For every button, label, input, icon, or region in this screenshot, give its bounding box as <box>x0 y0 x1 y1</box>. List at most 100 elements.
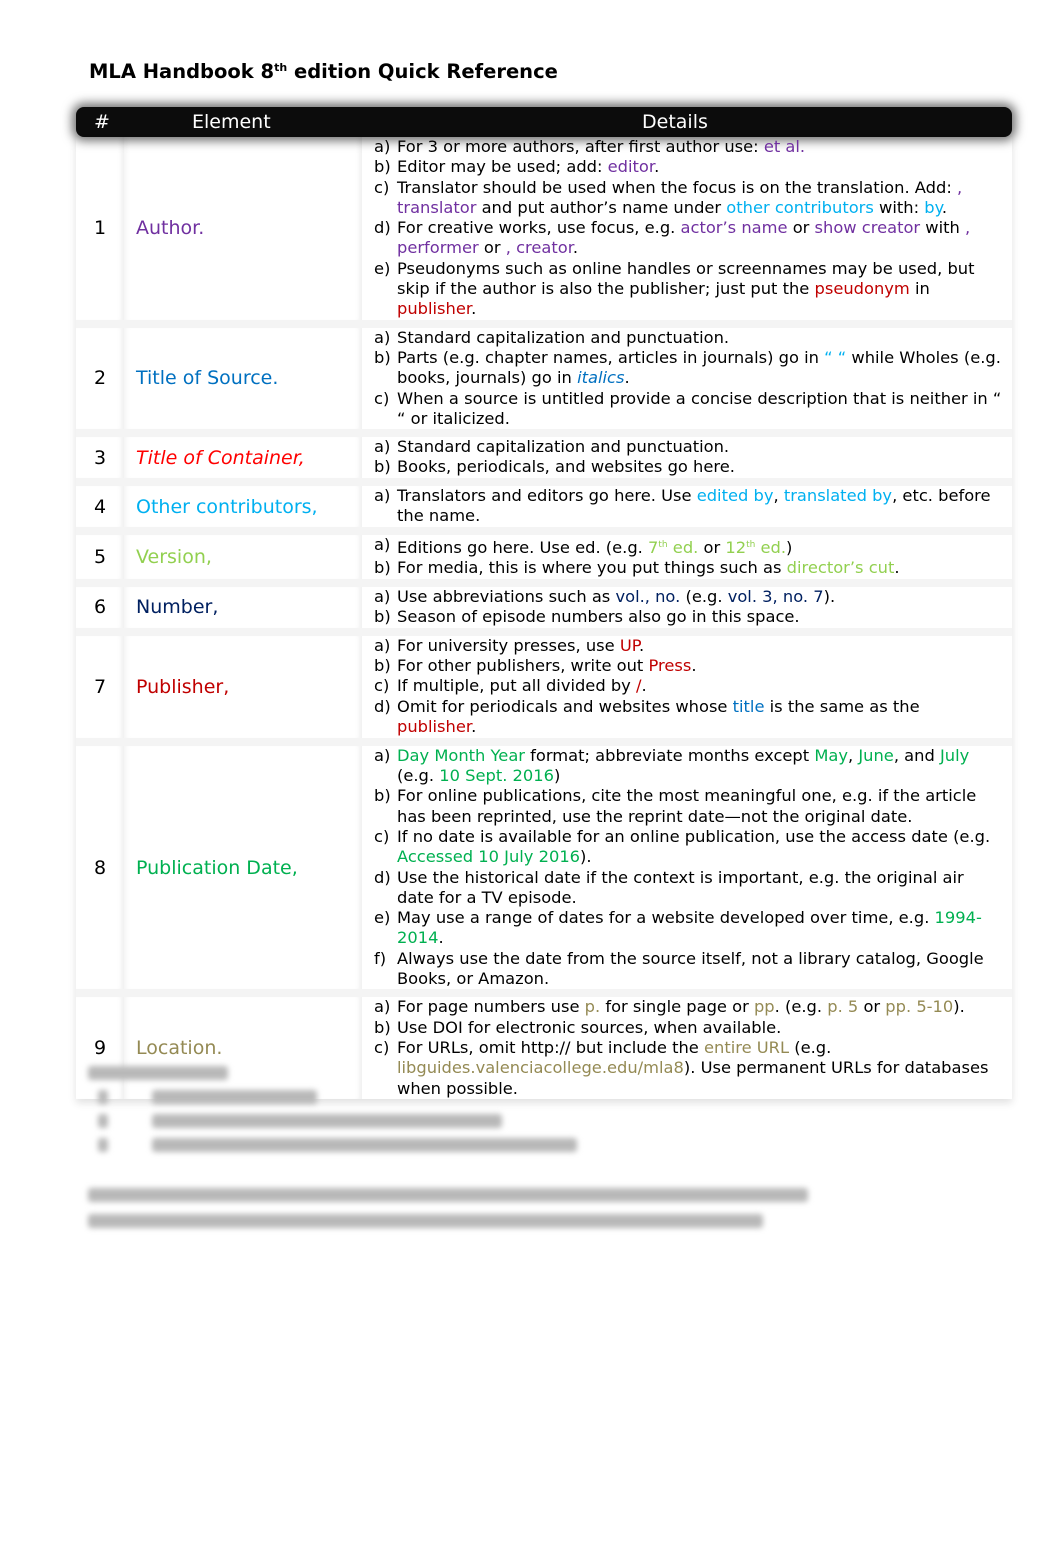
detail-text-segment: For page numbers use <box>397 997 585 1017</box>
detail-item: c) If no date is available for an online … <box>374 827 1004 868</box>
detail-item-label: a) <box>374 327 391 347</box>
table-row: 7 Publisher, a) For university presses, use… <box>76 636 1012 746</box>
highlighted-term: actor’s name <box>680 218 788 238</box>
detail-text-segment: Standard capitalization and punctuation. <box>397 437 730 457</box>
detail-item-label: e) <box>374 258 391 278</box>
blurred-list-marker <box>98 1138 108 1152</box>
detail-text-segment: or <box>787 218 815 238</box>
detail-item-label: a) <box>374 535 391 555</box>
detail-text-segment: . <box>572 238 579 258</box>
table-row: 6 Number, a) Use abbreviations such as vol.… <box>76 587 1012 636</box>
highlighted-term: edited by <box>696 486 774 506</box>
detail-item-text: Editor may be used; add: editor. <box>397 157 1004 177</box>
table-row: 3 Title of Container, a) Standard capitaliz… <box>76 437 1012 487</box>
details-cell: a) For page numbers use p. for single pag… <box>362 997 1012 1098</box>
row-number: 7 <box>76 636 124 738</box>
detail-text-segment: When a source is untitled provide a conc… <box>397 388 1002 428</box>
detail-item-text: Always use the date from the source itse… <box>397 949 1004 990</box>
highlighted-term: 7 <box>648 538 659 558</box>
table-row: 4 Other contributors, a) Translators and ed… <box>76 486 1012 536</box>
detail-item-text: Use DOI for electronic sources, when ava… <box>397 1018 1004 1038</box>
highlighted-term: pseudonym <box>814 279 910 299</box>
highlighted-term: p. <box>584 997 601 1017</box>
detail-item-text: For other publishers, write out Press. <box>397 656 1004 676</box>
detail-text-segment: May use a range of dates for a website d… <box>397 908 935 928</box>
detail-item: b) For other publishers, write out Press. <box>374 656 1004 676</box>
detail-text-segment: . <box>438 928 444 948</box>
detail-text-segment: Use DOI for electronic sources, when ava… <box>397 1017 782 1037</box>
detail-text-segment: . <box>941 197 948 217</box>
detail-text-segment: Translator should be used when the focus… <box>397 177 957 197</box>
detail-text-segment: Omit for periodicals and websites whose <box>397 696 733 716</box>
detail-item: b) Editor may be used; add: editor. <box>374 157 1004 177</box>
highlighted-term: , creator <box>505 238 573 258</box>
highlighted-term: translated by <box>783 486 893 506</box>
detail-text-segment: Editions go here. Use ed. (e.g. <box>397 538 649 558</box>
detail-text-segment: , <box>773 486 784 506</box>
blurred-heading <box>88 1066 228 1080</box>
detail-item: f) Always use the date from the source it… <box>374 949 1004 990</box>
table-row: 8 Publication Date, a) Day Month Year forma… <box>76 746 1012 998</box>
detail-item-text: For online publications, cite the most m… <box>397 786 1004 827</box>
title-text: MLA Handbook 8 <box>89 60 275 83</box>
detail-text-segment: . <box>894 558 900 578</box>
row-number: 8 <box>76 746 124 990</box>
detail-item-text: Translator should be used when the focus… <box>397 178 1004 219</box>
row-number: 5 <box>76 535 124 579</box>
element-name: Number, <box>124 587 362 628</box>
detail-item: a) For 3 or more authors, after first aut… <box>374 137 1004 157</box>
detail-item: d) Use the historical date if the context… <box>374 868 1004 909</box>
detail-item: b) For media, this is where you put thing… <box>374 558 1004 578</box>
detail-item-text: For page numbers use p. for single page … <box>397 997 1004 1017</box>
highlighted-term: p. 5 <box>827 997 859 1017</box>
details-cell: a) Translators and editors go here. Use e… <box>362 486 1012 527</box>
table-row: 2 Title of Source. a) Standard capitalizati… <box>76 328 1012 438</box>
highlighted-term: 10 Sept. 2016 <box>439 766 554 786</box>
detail-item-label: a) <box>374 997 391 1017</box>
highlighted-term: show creator <box>814 218 921 238</box>
highlighted-term: pp. 5-10 <box>885 997 954 1017</box>
detail-text-segment: . <box>471 299 477 319</box>
detail-item-text: When a source is untitled provide a conc… <box>397 389 1004 430</box>
element-name: Publisher, <box>124 636 362 738</box>
detail-item: c) If multiple, put all divided by /. <box>374 676 1004 696</box>
highlighted-term: ed. <box>667 538 699 558</box>
detail-text-segment: Parts (e.g. chapter names, articles in j… <box>397 347 825 367</box>
detail-text-segment: (e.g. <box>680 586 728 606</box>
detail-item-label: a) <box>374 635 391 655</box>
detail-item-text: Season of episode numbers also go in thi… <box>397 607 1004 627</box>
detail-item-label: b) <box>374 607 391 627</box>
detail-item-label: c) <box>374 676 390 696</box>
detail-item: c) For URLs, omit http:// but include the… <box>374 1038 1004 1099</box>
detail-text-segment: ). <box>953 997 965 1017</box>
detail-text-segment: ). <box>580 847 592 867</box>
detail-item: c) Translator should be used when the foc… <box>374 178 1004 219</box>
detail-item-label: d) <box>374 218 391 238</box>
details-cell: a) Editions go here. Use ed. (e.g. 7th ed… <box>362 535 1012 579</box>
detail-text-segment: For media, this is where you put things … <box>397 558 787 578</box>
detail-text-segment: If no date is available for an online pu… <box>397 826 991 846</box>
highlighted-term: by <box>924 197 942 217</box>
detail-item-label: c) <box>374 388 390 408</box>
detail-text-segment: For URLs, omit http:// but include the <box>397 1037 704 1057</box>
element-name: Version, <box>124 535 362 579</box>
element-name: Other contributors, <box>124 486 362 527</box>
highlighted-term: “ “ <box>824 347 847 367</box>
detail-item-text: Books, periodicals, and websites go here… <box>397 457 1004 477</box>
detail-text-segment: or <box>698 538 726 558</box>
detail-item-label: c) <box>374 177 390 197</box>
detail-text-segment: and put author’s name under <box>476 197 727 217</box>
detail-item: a) Translators and editors go here. Use e… <box>374 486 1004 527</box>
highlighted-term: italics <box>577 368 625 388</box>
header-num: # <box>94 111 110 133</box>
element-name: Title of Container, <box>124 437 362 478</box>
detail-item-text: If no date is available for an online pu… <box>397 827 1004 868</box>
detail-item-text: Translators and editors go here. Use edi… <box>397 486 1004 527</box>
detail-item: b) For online publications, cite the most… <box>374 786 1004 827</box>
detail-item-label: a) <box>374 137 391 156</box>
highlighted-term: libguides.valenciacollege.edu/mla8 <box>397 1058 684 1078</box>
detail-item-label: a) <box>374 586 391 606</box>
detail-text-segment: Use abbreviations such as <box>397 586 616 606</box>
table-header: # Element Details <box>76 107 1012 137</box>
detail-item: a) Standard capitalization and punctuatio… <box>374 328 1004 348</box>
